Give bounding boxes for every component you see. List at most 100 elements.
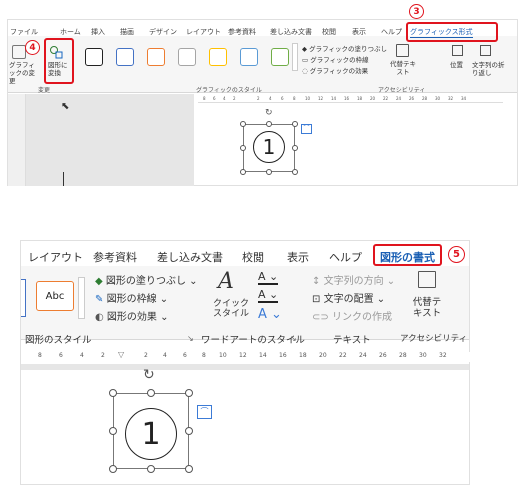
top-ruler-tick: 12: [318, 96, 324, 101]
bottom-handle-ml[interactable]: [109, 427, 117, 435]
bottom-handle-tl[interactable]: [109, 389, 117, 397]
text-fill-icon[interactable]: A ⌄: [258, 270, 279, 285]
top-circle-shape[interactable]: 1: [253, 131, 285, 163]
style-gallery-scroll-bottom[interactable]: [78, 277, 85, 319]
indent-marker-icon[interactable]: ▽: [118, 350, 124, 359]
style-swatch-green[interactable]: [271, 48, 289, 66]
style-swatch-orange[interactable]: [147, 48, 165, 66]
top-ruler-tick: 8: [293, 96, 296, 101]
change-graphic-label[interactable]: グラフィックの変更: [9, 61, 37, 85]
bottom-layout-options-icon[interactable]: ⌒: [197, 405, 212, 419]
shape-outline-button[interactable]: ✎ 図形の枠線 ⌄: [95, 290, 168, 305]
bottom-ruler-tick: 8: [202, 352, 206, 359]
top-ruler-tick: 28: [422, 96, 428, 101]
style-swatch-lightblue[interactable]: [240, 48, 258, 66]
wrap-text-label[interactable]: 文字列の折り返し: [472, 61, 506, 77]
top-ruler-tick: 4: [223, 96, 226, 101]
bottom-circle-shape[interactable]: 1: [125, 408, 177, 460]
style-gallery-scroll[interactable]: [292, 43, 298, 71]
position-icon[interactable]: [452, 45, 463, 56]
create-link-label: リンクの作成: [331, 312, 392, 323]
graphic-effects-label: グラフィックの効果: [309, 67, 369, 75]
bottom-tab-help[interactable]: ヘルプ: [329, 249, 362, 265]
style-gallery-left-edge[interactable]: [21, 279, 26, 317]
top-ruler-tick: 6: [213, 96, 216, 101]
top-tab-help[interactable]: ヘルプ: [381, 27, 402, 37]
bottom-handle-bl[interactable]: [109, 465, 117, 473]
group-change-label: 変更: [38, 87, 51, 94]
bottom-handle-bm[interactable]: [147, 465, 155, 473]
top-handle-br[interactable]: [292, 169, 298, 175]
bottom-ruler-tick: 4: [80, 352, 84, 359]
bottom-handle-tm[interactable]: [147, 389, 155, 397]
top-tab-references[interactable]: 参考資料: [228, 27, 256, 37]
top-tab-home[interactable]: ホーム: [60, 27, 81, 37]
top-tab-insert[interactable]: 挿入: [91, 27, 105, 37]
top-shape-number: 1: [262, 135, 276, 159]
top-tab-mailings[interactable]: 差し込み文書: [270, 27, 312, 37]
shape-effects-button[interactable]: ◐ 図形の効果 ⌄: [95, 308, 168, 323]
text-align-button[interactable]: ⊡ 文字の配置 ⌄: [312, 290, 385, 305]
top-ruler-tick: 22: [383, 96, 389, 101]
change-graphic-icon[interactable]: [12, 45, 26, 59]
shape-style-launcher-icon[interactable]: ↘: [187, 334, 194, 343]
bottom-tab-review[interactable]: 校閲: [242, 249, 264, 265]
top-handle-bl[interactable]: [240, 169, 246, 175]
graphic-fill-button[interactable]: ◆ グラフィックの塗りつぶし: [302, 45, 387, 53]
position-label[interactable]: 位置: [450, 61, 463, 69]
top-tab-view[interactable]: 表示: [352, 27, 366, 37]
create-link-button[interactable]: ⊂⊃ リンクの作成: [312, 308, 392, 323]
text-outline-icon[interactable]: A ⌄: [258, 288, 279, 303]
text-effects-icon[interactable]: A ⌄: [258, 307, 282, 322]
pen-icon: ✎: [95, 294, 104, 305]
bottom-alt-text-label[interactable]: 代替テキスト: [408, 297, 446, 319]
bottom-highlight-shape-format: [373, 244, 442, 266]
bottom-tab-references[interactable]: 参考資料: [93, 249, 137, 265]
bottom-ruler-tick: 6: [59, 352, 63, 359]
bottom-handle-tr[interactable]: [185, 389, 193, 397]
graphic-outline-button[interactable]: ▭ グラフィックの枠線: [302, 56, 369, 64]
top-tab-layout[interactable]: レイアウト: [186, 27, 221, 37]
top-handle-mr[interactable]: [292, 145, 298, 151]
effects-icon: ◐: [95, 312, 104, 323]
bottom-ruler-tick: 2: [101, 352, 105, 359]
top-ruler-tick: 20: [370, 96, 376, 101]
top-handle-ml[interactable]: [240, 145, 246, 151]
bottom-ruler-tick: 18: [299, 352, 307, 359]
wordart-launcher-icon[interactable]: ↘: [290, 334, 297, 343]
bottom-tab-mailings[interactable]: 差し込み文書: [157, 249, 223, 265]
shape-fill-button[interactable]: ◆ 図形の塗りつぶし ⌄: [95, 272, 198, 287]
bottom-rotate-handle-icon[interactable]: ↻: [143, 367, 155, 383]
top-rotate-handle-icon[interactable]: ↻: [265, 108, 273, 118]
top-tab-review[interactable]: 校閲: [322, 27, 336, 37]
text-direction-button[interactable]: ↕ 文字列の方向 ⌄: [312, 272, 395, 287]
bottom-tab-layout[interactable]: レイアウト: [28, 249, 83, 265]
alt-text-icon[interactable]: [396, 44, 409, 57]
top-handle-tm[interactable]: [266, 121, 272, 127]
top-ruler-tick: 2: [233, 96, 236, 101]
graphic-outline-label: グラフィックの枠線: [310, 56, 369, 64]
alt-text-label[interactable]: 代替テキスト: [390, 60, 416, 76]
top-tab-file[interactable]: ファイル: [10, 27, 38, 37]
bottom-tab-view[interactable]: 表示: [287, 249, 309, 265]
wrap-text-icon[interactable]: [480, 45, 491, 56]
top-tab-design[interactable]: デザイン: [149, 27, 177, 37]
bottom-handle-mr[interactable]: [185, 427, 193, 435]
quick-style-icon[interactable]: A: [218, 269, 234, 294]
style-swatch-blue[interactable]: [116, 48, 134, 66]
style-swatch-gold[interactable]: [209, 48, 227, 66]
top-tab-draw[interactable]: 描画: [120, 27, 134, 37]
top-handle-tr[interactable]: [292, 121, 298, 127]
style-abc-swatch[interactable]: Abc: [36, 281, 74, 311]
top-gray-margin: [26, 94, 194, 186]
bottom-alt-text-icon[interactable]: [418, 271, 436, 288]
graphic-effects-button[interactable]: ◌ グラフィックの効果: [302, 67, 368, 75]
quick-style-label[interactable]: クイックスタイル: [210, 299, 252, 319]
style-swatch-black[interactable]: [85, 48, 103, 66]
text-direction-label: 文字列の方向: [323, 276, 384, 287]
bottom-handle-br[interactable]: [185, 465, 193, 473]
top-layout-options-icon[interactable]: ⌒: [301, 124, 312, 134]
top-handle-tl[interactable]: [240, 121, 246, 127]
style-swatch-gray[interactable]: [178, 48, 196, 66]
top-handle-bm[interactable]: [266, 169, 272, 175]
